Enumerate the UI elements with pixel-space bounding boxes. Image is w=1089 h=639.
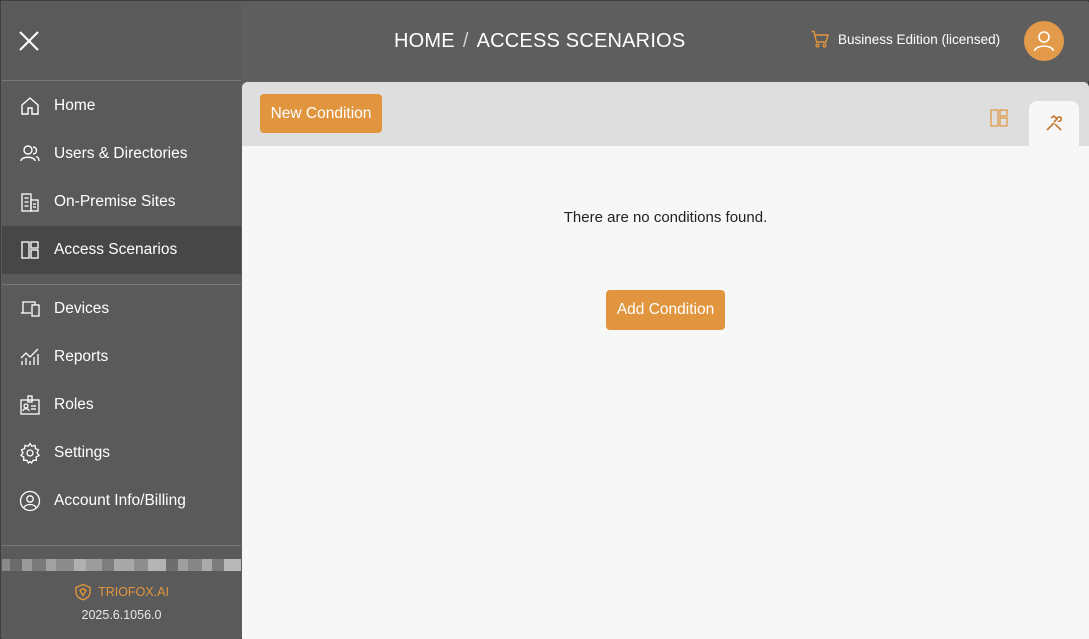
redacted-user-info bbox=[2, 555, 241, 575]
sidebar-item-roles[interactable]: Roles bbox=[2, 381, 241, 429]
cart-icon bbox=[811, 30, 829, 48]
close-icon bbox=[19, 31, 39, 51]
sidebar-item-on-premise-sites[interactable]: On-Premise Sites bbox=[2, 178, 241, 226]
home-icon bbox=[19, 95, 41, 117]
sidebar-item-home[interactable]: Home bbox=[2, 82, 241, 130]
license-label: Business Edition (licensed) bbox=[838, 31, 1001, 47]
sidebar-header bbox=[2, 2, 241, 81]
sidebar-item-label: Roles bbox=[54, 396, 94, 413]
breadcrumb-separator: / bbox=[462, 30, 469, 52]
brand-name: TRIOFOX.AI bbox=[98, 585, 169, 599]
sidebar-item-users[interactable]: Users & Directories bbox=[2, 130, 241, 178]
breadcrumb-home[interactable]: HOME bbox=[394, 30, 455, 52]
tools-icon bbox=[1046, 114, 1062, 131]
users-icon bbox=[19, 143, 41, 165]
sidebar-item-reports[interactable]: Reports bbox=[2, 333, 241, 381]
main-content: New Condition There are no conditions fo… bbox=[242, 82, 1089, 639]
layout-view-button[interactable] bbox=[989, 108, 1009, 128]
sidebar-item-devices[interactable]: Devices bbox=[2, 285, 241, 333]
sidebar-item-label: Home bbox=[54, 97, 96, 114]
devices-icon bbox=[19, 298, 41, 320]
gear-icon bbox=[19, 442, 41, 464]
sidebar-item-label: Settings bbox=[54, 444, 111, 461]
chart-icon bbox=[19, 346, 41, 368]
triofox-logo-icon bbox=[75, 583, 91, 601]
empty-state-message: There are no conditions found. bbox=[563, 209, 768, 226]
account-icon bbox=[19, 490, 41, 512]
user-icon bbox=[1033, 31, 1055, 52]
app-window: Home Users & Directories On-Premise Site… bbox=[0, 0, 1089, 639]
badge-icon bbox=[19, 394, 41, 416]
version-label: 2025.6.1056.0 bbox=[81, 608, 162, 622]
sidebar-item-label: Access Scenarios bbox=[54, 241, 178, 258]
user-avatar-button[interactable] bbox=[1024, 21, 1064, 61]
breadcrumb-current: ACCESS SCENARIOS bbox=[476, 30, 686, 52]
sidebar-item-label: Reports bbox=[54, 348, 109, 365]
toolbar: New Condition bbox=[242, 82, 1089, 146]
sidebar-item-label: Users & Directories bbox=[54, 145, 188, 162]
sidebar-item-settings[interactable]: Settings bbox=[2, 429, 241, 477]
sidebar-item-label: Account Info/Billing bbox=[54, 492, 186, 509]
sidebar: Home Users & Directories On-Premise Site… bbox=[2, 2, 241, 639]
building-icon bbox=[19, 191, 41, 213]
close-menu-button[interactable] bbox=[16, 28, 42, 54]
sidebar-divider bbox=[2, 545, 241, 546]
tools-tab[interactable] bbox=[1029, 101, 1079, 146]
new-condition-button[interactable]: New Condition bbox=[260, 94, 382, 133]
layout-icon bbox=[990, 109, 1008, 127]
brand-logo: TRIOFOX.AI bbox=[2, 582, 241, 602]
add-condition-button[interactable]: Add Condition bbox=[606, 290, 725, 330]
sidebar-item-access-scenarios[interactable]: Access Scenarios bbox=[2, 226, 241, 274]
sidebar-item-account-billing[interactable]: Account Info/Billing bbox=[2, 477, 241, 525]
breadcrumb: HOME / ACCESS SCENARIOS bbox=[394, 30, 685, 53]
sidebar-item-label: On-Premise Sites bbox=[54, 193, 176, 210]
header: HOME / ACCESS SCENARIOS Business Edition (… bbox=[242, 2, 1089, 81]
sidebar-item-label: Devices bbox=[54, 300, 110, 317]
license-link[interactable]: Business Edition (licensed) bbox=[810, 29, 1000, 49]
layout-icon bbox=[19, 239, 41, 261]
